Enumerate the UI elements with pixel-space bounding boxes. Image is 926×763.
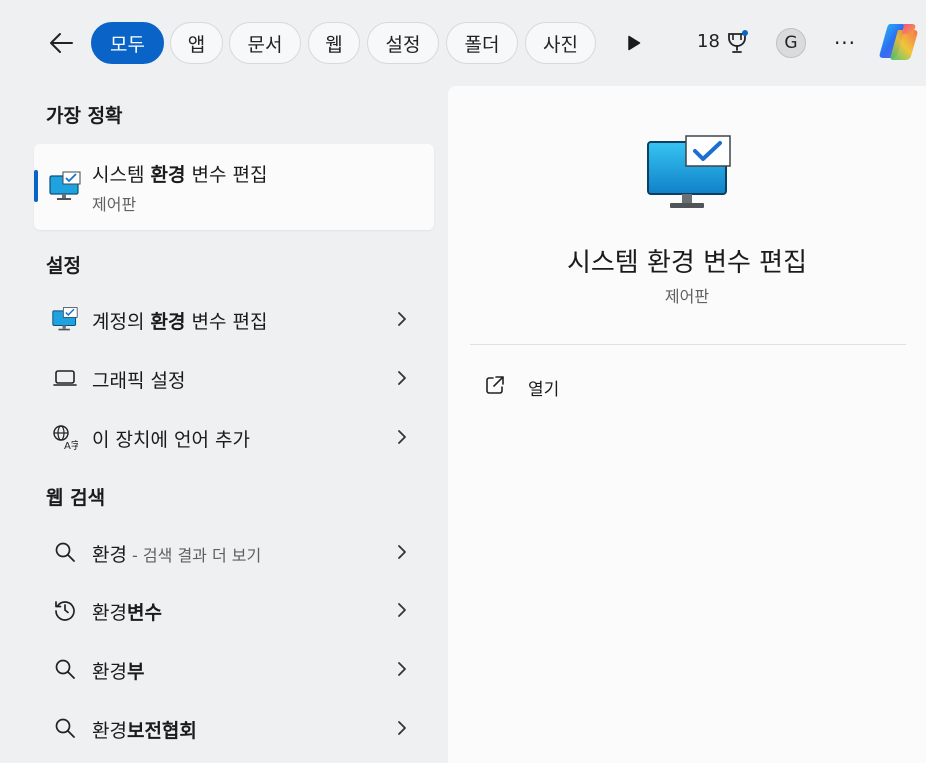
account-avatar[interactable]: G <box>776 28 806 58</box>
filter-settings[interactable]: 설정 <box>367 22 439 64</box>
web-item-label: 환경 - 검색 결과 더 보기 <box>92 544 262 566</box>
copilot-icon <box>879 24 918 60</box>
trophy-icon <box>728 30 748 53</box>
settings-item-label: 그래픽 설정 <box>92 370 186 392</box>
play-icon <box>628 35 641 51</box>
search-filter-bar: 모두 앱 문서 웹 설정 폴더 사진 18 G ··· <box>0 0 926 86</box>
search-icon <box>55 659 75 679</box>
settings-item-label: 이 장치에 언어 추가 <box>92 429 250 451</box>
selection-indicator <box>34 170 38 202</box>
best-match-item[interactable]: 시스템 환경 변수 편집 제어판 <box>34 144 434 230</box>
search-icon <box>55 718 75 738</box>
svg-text:A字: A字 <box>64 439 78 450</box>
web-item-label: 환경변수 <box>92 602 162 624</box>
laptop-icon <box>53 370 77 386</box>
detail-subtitle: 제어판 <box>664 287 710 306</box>
web-item-label: 환경보전협회 <box>92 720 197 742</box>
web-item-suggestion[interactable]: 환경보전협회 <box>34 700 434 756</box>
chevron-right-icon <box>398 603 406 617</box>
system-properties-icon <box>49 171 81 200</box>
divider <box>470 344 906 345</box>
chevron-right-icon <box>398 430 406 444</box>
detail-pane: 시스템 환경 변수 편집 제어판 열기 <box>448 86 926 763</box>
system-properties-icon <box>647 135 731 208</box>
more-filters-button[interactable] <box>620 30 648 56</box>
monitor-check-icon <box>52 307 78 331</box>
web-search-heading: 웹 검색 <box>46 487 106 509</box>
chevron-right-icon <box>398 545 406 559</box>
best-match-subtitle: 제어판 <box>92 195 137 214</box>
filter-all[interactable]: 모두 <box>91 22 164 64</box>
detail-title: 시스템 환경 변수 편집 <box>566 248 808 278</box>
copilot-button[interactable] <box>876 20 922 64</box>
web-item-suggestion[interactable]: 환경부 <box>34 641 434 697</box>
filter-apps[interactable]: 앱 <box>170 22 223 64</box>
filter-folders[interactable]: 폴더 <box>446 22 518 64</box>
best-match-title: 시스템 환경 변수 편집 <box>92 164 268 186</box>
filter-web[interactable]: 웹 <box>308 22 360 64</box>
filter-photos[interactable]: 사진 <box>525 22 596 64</box>
search-icon <box>55 542 75 562</box>
language-icon: A字 <box>53 425 78 450</box>
filter-documents[interactable]: 문서 <box>229 22 301 64</box>
open-action[interactable]: 열기 <box>470 364 906 408</box>
rewards-button[interactable] <box>724 28 750 56</box>
back-button[interactable] <box>44 26 78 60</box>
best-match-heading: 가장 정확 <box>46 105 123 127</box>
history-icon <box>55 601 75 621</box>
settings-item-account-env-vars[interactable]: 계정의 환경 변수 편집 <box>34 291 434 347</box>
settings-heading: 설정 <box>46 255 81 277</box>
chevron-right-icon <box>398 371 406 385</box>
settings-item-graphics[interactable]: 그래픽 설정 <box>34 350 434 406</box>
web-item-more-results[interactable]: 환경 - 검색 결과 더 보기 <box>34 524 434 580</box>
rewards-points: 18 <box>697 31 720 52</box>
web-item-history[interactable]: 환경변수 <box>34 582 434 638</box>
open-external-icon <box>486 376 504 394</box>
chevron-right-icon <box>398 312 406 326</box>
settings-item-add-language[interactable]: A字 이 장치에 언어 추가 <box>34 409 434 465</box>
chevron-right-icon <box>398 721 406 735</box>
back-arrow-icon <box>50 33 73 53</box>
open-action-label: 열기 <box>528 380 560 400</box>
web-item-label: 환경부 <box>92 661 145 683</box>
settings-item-label: 계정의 환경 변수 편집 <box>92 311 268 333</box>
chevron-right-icon <box>398 662 406 676</box>
more-options-button[interactable]: ··· <box>830 28 860 58</box>
